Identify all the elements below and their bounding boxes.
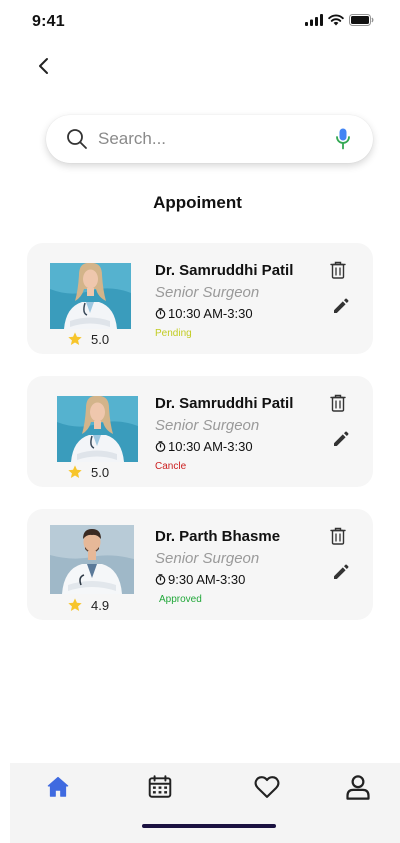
search-icon: [67, 129, 87, 149]
appointment-time: 10:30 AM-3:30: [155, 306, 253, 321]
appointment-card[interactable]: 4.9 Dr. Parth Bhasme Senior Surgeon 9:30…: [27, 509, 373, 620]
status-icons: [305, 14, 374, 26]
edit-button[interactable]: [331, 562, 351, 587]
status-badge: Approved: [159, 594, 202, 605]
trash-icon: [330, 261, 346, 279]
timer-icon: [155, 441, 166, 452]
status-bar: 9:41: [0, 0, 400, 44]
edit-button[interactable]: [331, 296, 351, 321]
rating: 5.0: [67, 464, 109, 480]
pencil-icon: [334, 564, 349, 579]
appointment-time-text: 9:30 AM-3:30: [168, 572, 246, 587]
star-icon: [68, 465, 82, 478]
appointment-time-text: 10:30 AM-3:30: [168, 439, 253, 454]
back-button[interactable]: [32, 54, 56, 78]
doctor-photo: [50, 525, 134, 594]
rating: 5.0: [67, 331, 109, 347]
pencil-icon: [334, 431, 349, 446]
doctor-photo: [50, 263, 131, 329]
star-icon: [68, 598, 82, 611]
heart-icon: [254, 776, 280, 798]
home-icon: [47, 776, 69, 797]
search-bar[interactable]: [46, 115, 373, 163]
rating-value: 5.0: [91, 464, 110, 480]
doctor-role: Senior Surgeon: [155, 550, 260, 567]
doctor-role: Senior Surgeon: [155, 417, 260, 434]
chevron-left-icon: [39, 58, 48, 74]
microphone-icon[interactable]: [336, 128, 350, 150]
delete-button[interactable]: [330, 261, 346, 284]
nav-item-home[interactable]: [43, 772, 73, 802]
status-badge: Cancle: [155, 461, 187, 472]
edit-button[interactable]: [331, 429, 351, 454]
signal-icon: [305, 14, 323, 26]
page-title: Appoiment: [153, 193, 242, 212]
profile-icon: [346, 775, 370, 800]
doctor-name: Dr. Parth Bhasme: [155, 528, 281, 545]
wifi-icon: [328, 14, 344, 26]
delete-button[interactable]: [330, 394, 346, 417]
nav-item-calendar[interactable]: [145, 772, 175, 802]
rating: 4.9: [67, 597, 109, 613]
delete-button[interactable]: [330, 527, 346, 550]
home-indicator: [142, 824, 276, 828]
status-badge: Pending: [155, 328, 192, 339]
doctor-photo: [57, 396, 138, 462]
appointment-time: 10:30 AM-3:30: [155, 439, 253, 454]
status-time: 9:41: [32, 13, 65, 30]
rating-value: 5.0: [91, 331, 110, 347]
calendar-icon: [148, 775, 172, 798]
timer-icon: [155, 574, 166, 585]
battery-icon: [349, 14, 374, 26]
search-input[interactable]: [98, 127, 318, 151]
doctor-role: Senior Surgeon: [155, 284, 260, 301]
trash-icon: [330, 527, 346, 545]
nav-item-profile[interactable]: [343, 772, 373, 802]
appointment-time: 9:30 AM-3:30: [155, 572, 245, 587]
timer-icon: [155, 308, 166, 319]
doctor-name: Dr. Samruddhi Patil: [155, 262, 294, 279]
rating-value: 4.9: [91, 597, 110, 613]
star-icon: [68, 332, 82, 345]
trash-icon: [330, 394, 346, 412]
bottom-nav: [10, 763, 400, 843]
appointment-card[interactable]: 5.0 Dr. Samruddhi Patil Senior Surgeon 1…: [27, 376, 373, 487]
appointment-time-text: 10:30 AM-3:30: [168, 306, 253, 321]
appointment-card[interactable]: 5.0 Dr. Samruddhi Patil Senior Surgeon 1…: [27, 243, 373, 354]
pencil-icon: [334, 298, 349, 313]
doctor-name: Dr. Samruddhi Patil: [155, 395, 294, 412]
nav-item-favorites[interactable]: [252, 772, 282, 802]
